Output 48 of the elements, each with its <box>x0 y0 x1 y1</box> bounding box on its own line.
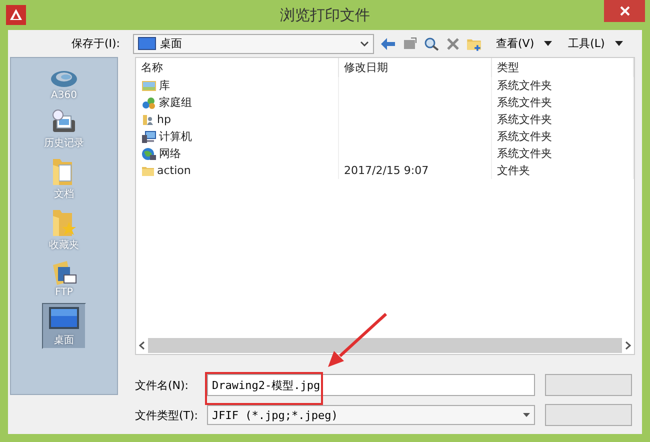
file-item[interactable]: action <box>141 164 191 178</box>
caret-icon <box>523 413 530 417</box>
window-title: 浏览打印文件 <box>280 6 370 24</box>
caret-icon <box>614 41 623 46</box>
back-arrow-icon[interactable] <box>380 36 396 50</box>
network-icon <box>141 146 157 160</box>
up-folder-icon[interactable] <box>402 36 418 50</box>
file-type-label: 文件类型(T): <box>135 408 200 422</box>
table-cell: 文件夹 <box>497 163 530 178</box>
view-menu[interactable]: 查看(V) <box>494 36 554 51</box>
library-icon <box>141 78 157 92</box>
horizontal-scrollbar[interactable] <box>136 337 634 354</box>
annotation-arrow <box>328 312 388 367</box>
app-icon <box>6 5 26 25</box>
scroll-left-icon[interactable] <box>139 341 145 350</box>
delete-icon[interactable] <box>446 36 460 50</box>
file-item[interactable]: 计算机 <box>141 129 192 144</box>
file-item[interactable]: 家庭组 <box>141 95 192 110</box>
table-cell: 系统文件夹 <box>497 95 552 110</box>
file-type-dropdown[interactable]: JFIF (*.jpg;*.jpeg) <box>207 405 535 425</box>
scroll-right-icon[interactable] <box>625 341 631 350</box>
location-dropdown[interactable]: 桌面 <box>133 34 374 54</box>
column-header[interactable]: 名称 <box>136 58 339 77</box>
table-cell: 系统文件夹 <box>497 146 552 161</box>
star-folder-icon <box>50 208 78 238</box>
file-name-field[interactable]: Drawing2-模型.jpg <box>207 374 535 396</box>
file-name-label: 文件名(N): <box>135 378 190 392</box>
chevron-down-icon <box>360 40 369 46</box>
file-item[interactable]: 网络 <box>141 146 181 161</box>
caret-icon <box>544 41 552 46</box>
table-cell: 系统文件夹 <box>497 112 552 127</box>
table-cell: 系统文件夹 <box>497 129 552 144</box>
desktop-icon <box>138 37 156 50</box>
homegroup-icon <box>141 96 157 110</box>
file-item[interactable]: hp <box>141 112 171 126</box>
user-folder-icon <box>141 112 155 126</box>
close-icon <box>620 6 630 16</box>
search-icon[interactable] <box>424 36 440 50</box>
save-in-label: 保存于(I): <box>70 36 120 51</box>
close-button[interactable] <box>604 0 645 22</box>
table-cell: 2017/2/15 9:07 <box>344 164 429 177</box>
tools-menu[interactable]: 工具(L) <box>566 36 625 51</box>
table-cell: 系统文件夹 <box>497 78 552 93</box>
column-header[interactable]: 类型 <box>492 58 634 77</box>
file-item[interactable]: 库 <box>141 78 170 93</box>
computer-icon <box>141 130 157 144</box>
column-header[interactable]: 修改日期 <box>339 58 492 77</box>
ftp-icon <box>50 259 78 287</box>
